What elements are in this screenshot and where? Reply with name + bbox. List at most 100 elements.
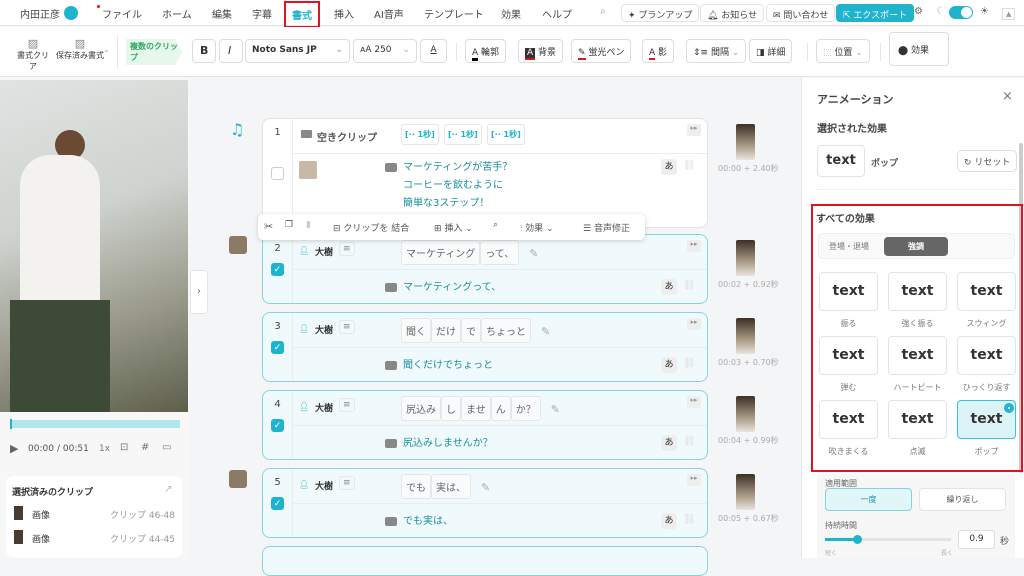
pencil-icon[interactable]: ✎ bbox=[529, 247, 538, 260]
unlink-icon[interactable]: ⛓ bbox=[683, 160, 696, 171]
media-thumbnail[interactable] bbox=[229, 236, 247, 254]
clip-card[interactable]: 5 ✓ 👤︎ 大樹 ≡ でも 実は、 ✎ でも実は、あ ⛓ ▸▸ bbox=[262, 468, 708, 538]
speaker-settings-icon[interactable]: ≡ bbox=[339, 398, 355, 412]
paste-icon[interactable]: ▮ bbox=[306, 220, 311, 230]
effect-option[interactable]: text bbox=[888, 336, 947, 375]
kana-button[interactable]: あ bbox=[661, 357, 677, 373]
play-icon[interactable]: ▶ bbox=[10, 442, 18, 455]
speaker-name[interactable]: 大樹 bbox=[315, 479, 333, 492]
unlink-icon[interactable]: ⛓ bbox=[683, 358, 696, 369]
menu-insert[interactable]: 挿入 bbox=[334, 6, 354, 21]
pencil-icon[interactable]: ✎ bbox=[551, 403, 560, 416]
pause-chip[interactable]: [·· 1秒] bbox=[487, 124, 525, 145]
unlink-icon[interactable]: ⛓ bbox=[683, 436, 696, 447]
music-icon[interactable]: ♫ bbox=[230, 120, 244, 139]
subtitle-text[interactable]: マーケティングって、 bbox=[403, 279, 501, 297]
word-chip[interactable]: 聞く bbox=[401, 318, 431, 343]
clear-format-button[interactable]: ▨ 書式クリア bbox=[14, 37, 52, 72]
menu-effects[interactable]: 効果 bbox=[501, 6, 521, 21]
subtitle-text[interactable]: マーケティングが苦手？ コーヒーを飲むように 簡単な3ステップ！ bbox=[403, 159, 512, 213]
skip-icon[interactable]: ▸▸ bbox=[687, 240, 701, 252]
export-button[interactable]: ⇱ エクスポート bbox=[836, 4, 915, 22]
speaker-name[interactable]: 大樹 bbox=[315, 401, 333, 414]
scissors-icon[interactable]: ✂ bbox=[264, 220, 273, 233]
effect-option[interactable]: text bbox=[819, 400, 878, 439]
plan-up-button[interactable]: ✦ プランアップ bbox=[621, 4, 700, 22]
speaker-settings-icon[interactable]: ≡ bbox=[339, 320, 355, 334]
subtitle-text[interactable]: でも実は、 bbox=[403, 513, 453, 531]
menu-subtitle[interactable]: 字幕 bbox=[252, 6, 272, 21]
background-button[interactable]: A 背景 bbox=[518, 39, 564, 63]
menu-home[interactable]: ホーム bbox=[162, 6, 192, 21]
clip-checkbox[interactable]: ✓ bbox=[271, 497, 284, 510]
italic-button[interactable]: I bbox=[219, 39, 243, 63]
duration-slider[interactable] bbox=[825, 535, 951, 544]
scope-once-button[interactable]: 一度 bbox=[825, 488, 912, 511]
word-chip[interactable]: ん bbox=[490, 396, 511, 421]
outline-button[interactable]: A 輪郭 bbox=[465, 39, 507, 63]
saved-format-button[interactable]: ▨ 保存済み書式 bbox=[56, 37, 104, 61]
subtitle-text[interactable]: 聞くだけでちょっと bbox=[403, 357, 493, 375]
clip-card[interactable]: 1 空きクリップ [·· 1秒] [·· 1秒] [·· 1秒] マーケティングが苦手？コ… bbox=[262, 118, 708, 228]
menu-ai-voice[interactable]: AI音声 bbox=[374, 6, 404, 21]
external-link-icon[interactable]: ↗ bbox=[164, 484, 172, 495]
clip-range[interactable]: クリップ 46-48 bbox=[110, 508, 175, 521]
kana-button[interactable]: あ bbox=[661, 279, 677, 295]
clip-thumbnail[interactable] bbox=[736, 396, 755, 432]
clip-checkbox[interactable] bbox=[271, 167, 284, 180]
effect-button[interactable]: ⬤ 効果 bbox=[889, 32, 949, 66]
clip-checkbox[interactable]: ✓ bbox=[271, 341, 284, 354]
pencil-icon[interactable]: ✎ bbox=[481, 481, 490, 494]
word-chip[interactable]: だけ bbox=[431, 318, 461, 343]
clip-checkbox[interactable]: ✓ bbox=[271, 419, 284, 432]
word-chip[interactable]: か？ bbox=[510, 396, 541, 421]
speaker-icon[interactable]: 👤︎ bbox=[299, 480, 309, 489]
unlink-icon[interactable]: ⛓ bbox=[683, 280, 696, 291]
kana-button[interactable]: あ bbox=[661, 513, 677, 529]
skip-icon[interactable]: ▸▸ bbox=[687, 396, 701, 408]
pencil-icon[interactable]: ✎ bbox=[541, 325, 550, 338]
effect-menu-button[interactable]: ⫶ 効果 ⌄ bbox=[520, 221, 554, 234]
skip-icon[interactable]: ▸▸ bbox=[687, 474, 701, 486]
reset-button[interactable]: ↻ リセット bbox=[957, 150, 1018, 172]
clip-thumbnail[interactable] bbox=[736, 124, 755, 160]
word-chip[interactable]: 実は、 bbox=[431, 474, 471, 499]
clip-thumbnail[interactable] bbox=[736, 474, 755, 510]
gear-icon[interactable]: ⚙ bbox=[914, 6, 923, 17]
word-chip[interactable]: って、 bbox=[480, 240, 520, 265]
menu-template[interactable]: テンプレート bbox=[424, 6, 484, 21]
effect-option[interactable]: text bbox=[888, 400, 947, 439]
effect-option[interactable]: text bbox=[888, 272, 947, 311]
clip-card[interactable]: 3 ✓ 👤︎ 大樹 ≡ 聞く だけでちょっと ✎ 聞くだけでちょっとあ ⛓ ▸▸ bbox=[262, 312, 708, 382]
copy-icon[interactable]: ❐ bbox=[285, 220, 293, 230]
word-chip[interactable]: でも bbox=[401, 474, 431, 499]
highlighter-button[interactable]: ✎ 蛍光ペン bbox=[571, 39, 632, 63]
effect-option[interactable]: text bbox=[819, 272, 878, 311]
speaker-name[interactable]: 大樹 bbox=[315, 323, 333, 336]
collapse-preview-button[interactable]: › bbox=[190, 270, 208, 314]
position-button[interactable]: ⬚ 位置 ⌄ bbox=[816, 39, 870, 63]
word-chip[interactable]: ませ bbox=[461, 396, 491, 421]
grid-icon[interactable]: # bbox=[141, 442, 149, 453]
collapse-icon[interactable]: ▲ bbox=[1002, 8, 1016, 20]
screenshot-icon[interactable]: ⊡ bbox=[120, 442, 128, 453]
chevron-down-icon[interactable]: ⌄ bbox=[103, 45, 110, 54]
unlink-icon[interactable]: ⛓ bbox=[683, 514, 696, 525]
word-chip[interactable]: マーケティング bbox=[401, 240, 481, 265]
voice-fix-button[interactable]: ☰ 音声修正 bbox=[583, 221, 630, 234]
kana-button[interactable]: あ bbox=[661, 435, 677, 451]
contact-button[interactable]: ✉ 問い合わせ bbox=[766, 4, 836, 22]
insert-button[interactable]: ⊞ 挿入 ⌄ bbox=[434, 221, 473, 234]
slider-handle[interactable] bbox=[852, 535, 862, 544]
word-chip[interactable]: ちょっと bbox=[481, 318, 531, 343]
speaker-icon[interactable]: 👤︎ bbox=[299, 246, 309, 255]
menu-format[interactable]: 書式 bbox=[284, 1, 320, 28]
speaker-name[interactable]: 大樹 bbox=[315, 245, 333, 258]
search-icon[interactable]: ⌕ bbox=[600, 6, 606, 17]
tab-emphasis[interactable]: 強調 bbox=[884, 237, 948, 256]
font-select[interactable]: Noto Sans JP ⌄ bbox=[245, 39, 350, 63]
notice-button[interactable]: 🔔︎ お知らせ bbox=[700, 4, 765, 22]
media-search-icon[interactable]: ⌕ bbox=[493, 220, 498, 230]
detail-button[interactable]: ◨ 詳細 bbox=[749, 39, 793, 63]
text-color-button[interactable]: A bbox=[420, 39, 447, 63]
